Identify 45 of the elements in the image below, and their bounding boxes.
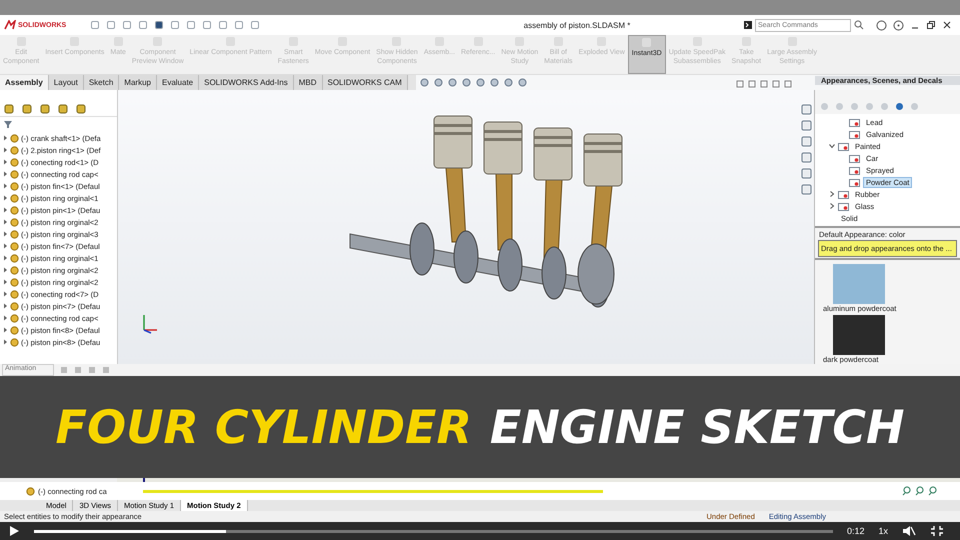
exit-fullscreen-icon[interactable] bbox=[930, 525, 944, 537]
ribbon-tab[interactable]: Assembly bbox=[0, 75, 49, 90]
window-title: assembly of piston.SLDASM * bbox=[522, 20, 632, 30]
folder-icon bbox=[849, 178, 860, 186]
progress-track[interactable] bbox=[34, 530, 833, 532]
banner-title-highlight: FOUR CYLINDER bbox=[56, 400, 472, 454]
search-icon bbox=[854, 20, 864, 30]
ribbon-tab[interactable]: Sketch bbox=[84, 75, 120, 90]
ribbon-tab[interactable]: SOLIDWORKS CAM bbox=[322, 75, 408, 90]
restore-icon[interactable] bbox=[926, 20, 936, 30]
close-icon[interactable] bbox=[942, 20, 952, 30]
speed-button[interactable]: 1x bbox=[878, 526, 888, 536]
folder-icon bbox=[849, 154, 860, 162]
folder-icon bbox=[849, 118, 860, 126]
muted-speaker-icon[interactable] bbox=[902, 525, 916, 537]
filter-icon[interactable] bbox=[3, 120, 13, 129]
ribbon-tab[interactable]: SOLIDWORKS Add-Ins bbox=[199, 75, 294, 90]
video-time: 0:12 bbox=[846, 526, 864, 536]
task-pane-icon[interactable] bbox=[801, 104, 812, 115]
help-icon[interactable] bbox=[893, 20, 904, 30]
task-pane-icon[interactable] bbox=[801, 168, 812, 179]
task-pane-icon[interactable] bbox=[801, 136, 812, 147]
banner-title: ENGINE SKETCH bbox=[490, 400, 904, 454]
zoom-icon[interactable] bbox=[902, 486, 912, 496]
folder-icon bbox=[838, 202, 849, 210]
zoom-icon[interactable] bbox=[928, 486, 938, 496]
folder-icon bbox=[849, 130, 860, 138]
terminal-icon bbox=[744, 21, 752, 29]
appearance-swatch[interactable] bbox=[833, 315, 885, 355]
part-icon bbox=[26, 486, 35, 496]
ribbon-tab[interactable]: Markup bbox=[119, 75, 157, 90]
zoom-icon[interactable] bbox=[915, 486, 925, 496]
ribbon-tab[interactable]: Layout bbox=[48, 75, 84, 90]
ribbon-tab[interactable]: Evaluate bbox=[156, 75, 200, 90]
play-icon[interactable] bbox=[8, 525, 20, 537]
user-icon[interactable] bbox=[876, 20, 887, 30]
appearance-swatch[interactable] bbox=[833, 264, 885, 304]
logo-icon bbox=[4, 20, 16, 30]
folder-icon bbox=[838, 142, 849, 150]
folder-icon bbox=[849, 166, 860, 174]
task-pane-icon[interactable] bbox=[801, 120, 812, 131]
ribbon-tab[interactable]: MBD bbox=[294, 75, 322, 90]
task-pane-icon[interactable] bbox=[801, 152, 812, 163]
task-pane-icon[interactable] bbox=[801, 184, 812, 195]
folder-icon bbox=[838, 190, 849, 198]
